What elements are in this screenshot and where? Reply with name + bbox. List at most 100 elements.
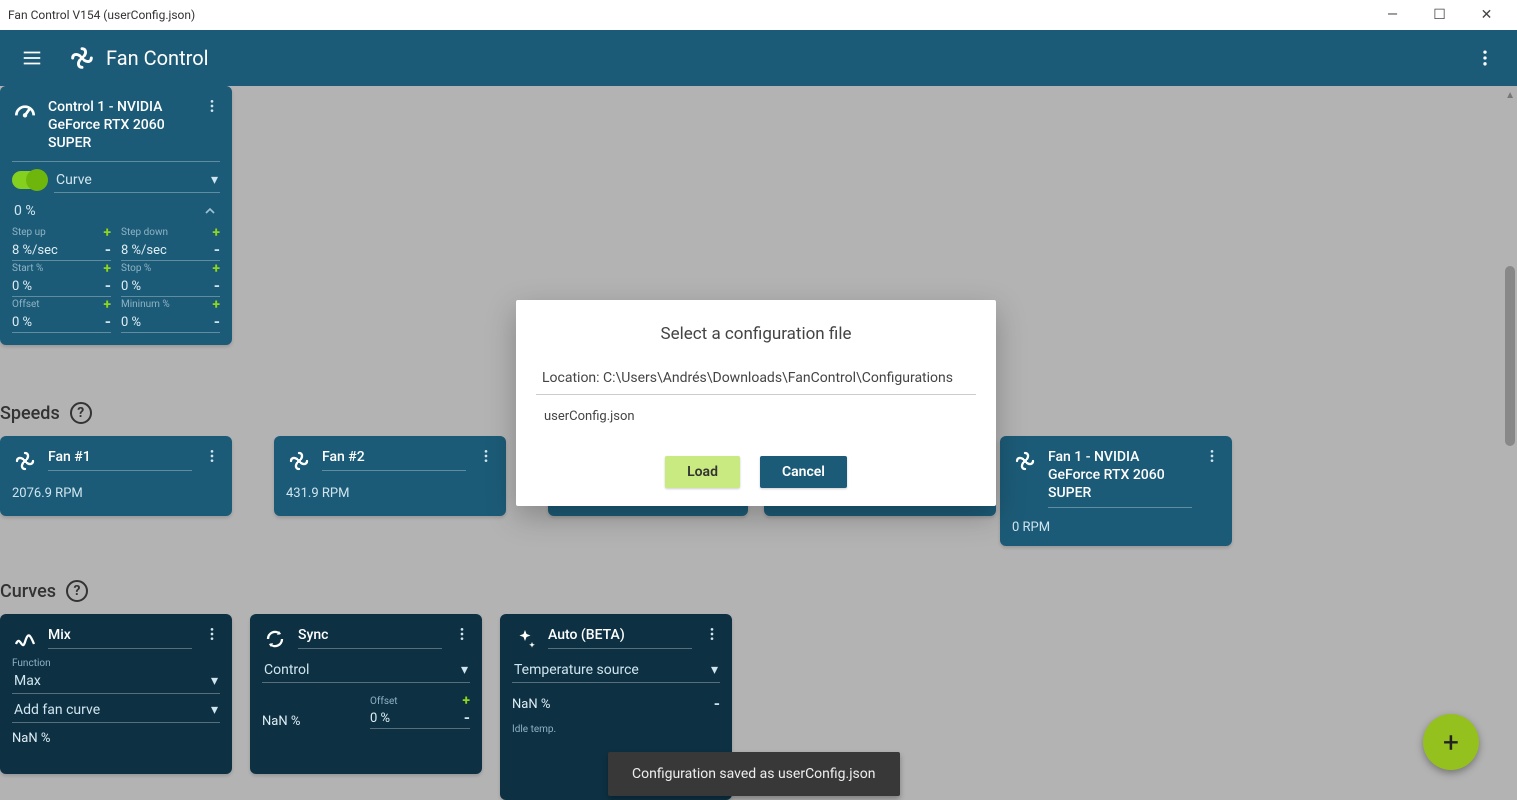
stop-minus-button[interactable]: - [214,280,220,293]
auto-title[interactable]: Auto (BETA) [548,626,692,649]
sync-offset-plus-button[interactable]: + [462,693,470,709]
speed-card-fan1: Fan #1 2076.9 RPM [0,436,232,516]
menu-button[interactable] [12,38,52,78]
speed-card-more-button[interactable] [1202,448,1222,464]
step-down-value[interactable]: 8 %/sec [121,243,167,258]
curves-heading: Curves ? [0,580,88,602]
sync-offset-minus-button[interactable]: - [464,712,470,725]
dialog-title: Select a configuration file [536,324,976,344]
start-minus-button[interactable]: - [105,280,111,293]
window-maximize-button[interactable]: ☐ [1417,1,1462,29]
chevron-up-icon [202,203,218,219]
speed-card-title[interactable]: Fan #1 [48,448,192,471]
start-plus-button[interactable]: + [103,261,111,277]
step-up-minus-button[interactable]: - [105,244,111,257]
config-dialog: Select a configuration file Location: C:… [516,300,996,506]
window-close-button[interactable]: ✕ [1464,1,1509,29]
chevron-down-icon: ▾ [711,662,718,678]
sync-control-select[interactable]: Control▾ [262,658,470,683]
mix-icon [12,626,38,652]
control-mode-value: Curve [56,172,92,188]
sync-offset-label: Offset [370,696,398,707]
chevron-down-icon: ▾ [211,172,218,188]
speed-rpm-value: 0 RPM [1000,514,1232,541]
curves-help-button[interactable]: ? [66,580,88,602]
speed-card-title[interactable]: Fan #2 [322,448,466,471]
chevron-down-icon: ▾ [461,662,468,678]
step-up-label: Step up [12,227,46,238]
hamburger-icon [21,47,43,69]
window-minimize-button[interactable]: — [1370,1,1415,29]
more-vert-icon [204,98,220,114]
function-select[interactable]: Max ▾ [12,669,220,694]
sync-title[interactable]: Sync [298,626,442,649]
speed-rpm-value: 2076.9 RPM [0,480,232,507]
plus-icon: + [1443,726,1459,759]
control-mode-select[interactable]: Curve ▾ [54,168,220,193]
minimum-value[interactable]: 0 % [121,315,141,330]
scrollbar-thumb[interactable] [1505,266,1515,446]
toast-notification: Configuration saved as userConfig.json [608,752,900,796]
speed-rpm-value: 431.9 RPM [274,480,506,507]
sync-icon [262,626,288,652]
fan-icon [1012,448,1038,474]
idle-temp-label: Idle temp. [512,724,720,735]
speed-card-more-button[interactable] [476,448,496,464]
start-value[interactable]: 0 % [12,279,32,294]
fan-icon [286,448,312,474]
control-enable-toggle[interactable] [12,171,46,189]
sparkle-icon [512,626,538,652]
speeds-heading: Speeds ? [0,402,92,424]
more-vert-icon [1475,48,1495,68]
window-title: Fan Control V154 (userConfig.json) [8,8,1370,22]
speeds-help-button[interactable]: ? [70,402,92,424]
speed-card-more-button[interactable] [202,448,222,464]
more-vert-icon [704,626,720,642]
step-down-label: Step down [121,227,168,238]
step-down-plus-button[interactable]: + [212,225,220,241]
stop-label: Stop % [121,263,151,274]
minimum-minus-button[interactable]: - [214,316,220,329]
sync-more-button[interactable] [452,626,472,642]
stop-value[interactable]: 0 % [121,279,141,294]
control-card-more-button[interactable] [202,98,222,114]
curve-card-mix: Mix Function Max▾ Add fan curve▾ NaN % [0,614,232,774]
window-titlebar: Fan Control V154 (userConfig.json) — ☐ ✕ [0,0,1517,30]
temperature-source-label: Temperature source [514,662,639,678]
step-up-value[interactable]: 8 %/sec [12,243,58,258]
add-fab-button[interactable]: + [1423,714,1479,770]
speed-card-fan2: Fan #2 431.9 RPM [274,436,506,516]
mix-more-button[interactable] [202,626,222,642]
cancel-button[interactable]: Cancel [760,456,847,488]
temperature-source-select[interactable]: Temperature source ▾ [512,658,720,683]
chevron-down-icon: ▾ [211,673,218,689]
vertical-scrollbar[interactable] [1505,86,1515,800]
dialog-file-item[interactable]: userConfig.json [536,399,976,444]
function-value: Max [14,673,41,689]
curve-card-sync: Sync Control▾ NaN % Offset+ 0 %- [250,614,482,774]
mix-value: NaN % [12,723,220,746]
mix-title[interactable]: Mix [48,626,192,649]
fan-icon [12,448,38,474]
control-percent-value: 0 % [14,203,36,219]
load-button[interactable]: Load [665,456,740,488]
step-down-minus-button[interactable]: - [214,244,220,257]
control-card: Control 1 - NVIDIA GeForce RTX 2060 SUPE… [0,86,232,345]
offset-plus-button[interactable]: + [103,297,111,313]
add-fan-curve-select[interactable]: Add fan curve▾ [12,698,220,723]
step-up-plus-button[interactable]: + [103,225,111,241]
offset-minus-button[interactable]: - [105,316,111,329]
more-vert-icon [454,626,470,642]
auto-value-minus-button[interactable]: - [714,698,720,711]
sync-offset-value[interactable]: 0 % [370,711,390,726]
speed-card-gpu-fan: Fan 1 - NVIDIA GeForce RTX 2060 SUPER 0 … [1000,436,1232,546]
more-vert-icon [204,626,220,642]
speed-card-title[interactable]: Fan 1 - NVIDIA GeForce RTX 2060 SUPER [1048,448,1192,508]
minimum-plus-button[interactable]: + [212,297,220,313]
speeds-label: Speeds [0,403,60,424]
collapse-button[interactable] [202,203,218,219]
stop-plus-button[interactable]: + [212,261,220,277]
appbar-more-button[interactable] [1465,38,1505,78]
auto-more-button[interactable] [702,626,722,642]
offset-value[interactable]: 0 % [12,315,32,330]
